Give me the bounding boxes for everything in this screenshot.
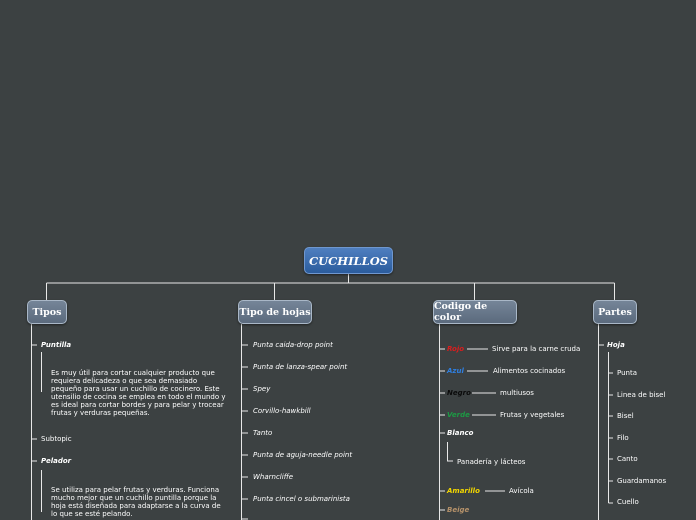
pelador-description: Se utiliza para pelar frutas y verduras.… xyxy=(51,486,221,518)
blade-type-item[interactable]: Punta de aguja-needle point xyxy=(253,451,352,459)
knife-part-item[interactable]: Guardamanos xyxy=(617,477,666,485)
puntilla-description: Es muy útil para cortar cualquier produc… xyxy=(51,369,226,417)
topic-hoja[interactable]: Hoja xyxy=(607,341,625,349)
color-beige[interactable]: Beige xyxy=(447,506,469,514)
category-tipos[interactable]: Tipos xyxy=(27,300,67,324)
color-amarillo[interactable]: Amarillo xyxy=(447,487,480,495)
color-negro-desc: multiusos xyxy=(500,389,534,397)
category-partes-label: Partes xyxy=(598,306,632,318)
knife-part-item[interactable]: Cuello xyxy=(617,498,639,506)
topic-puntilla[interactable]: Puntilla xyxy=(41,341,71,349)
topic-pelador[interactable]: Pelador xyxy=(41,457,71,465)
color-verde-desc: Frutas y vegetales xyxy=(500,411,565,419)
blade-type-item[interactable]: Wharncliffe xyxy=(253,473,293,481)
color-blanco-desc: Panadería y lácteos xyxy=(457,458,526,466)
color-rojo-desc: Sirve para la carne cruda xyxy=(492,345,581,353)
color-rojo[interactable]: Rojo xyxy=(447,345,464,353)
blade-type-item[interactable]: Corvillo-hawkbill xyxy=(253,407,311,415)
color-blanco[interactable]: Blanco xyxy=(447,429,473,437)
knife-part-item[interactable]: Canto xyxy=(617,455,638,463)
category-tipo-de-hojas-label: Tipo de hojas xyxy=(239,306,311,318)
knife-part-item[interactable]: Punta xyxy=(617,369,637,377)
knife-part-item[interactable]: Bisel xyxy=(617,412,634,420)
blade-type-item[interactable]: Punta cincel o submarinista xyxy=(253,495,350,503)
color-amarillo-desc: Avícola xyxy=(509,487,534,495)
category-tipo-de-hojas[interactable]: Tipo de hojas xyxy=(238,300,312,324)
blade-type-item[interactable]: Punta caida-drop point xyxy=(253,341,333,349)
color-azul-desc: Alimentos cocinados xyxy=(493,367,566,375)
category-codigo-de-color-label: Codigo de color xyxy=(434,301,488,323)
knife-part-item[interactable]: Filo xyxy=(617,434,629,442)
color-verde[interactable]: Verde xyxy=(447,411,470,419)
blade-type-item[interactable]: Punta de lanza-spear point xyxy=(253,363,347,371)
knife-part-item[interactable]: Linea de bisel xyxy=(617,391,665,399)
color-azul[interactable]: Azul xyxy=(447,367,464,375)
topic-subtopic[interactable]: Subtopic xyxy=(41,435,72,443)
root-node[interactable]: CUCHILLOS xyxy=(304,247,393,274)
category-tipos-label: Tipos xyxy=(32,306,62,318)
category-codigo-de-color[interactable]: Codigo de color xyxy=(433,300,517,324)
blade-type-item[interactable]: Spey xyxy=(253,385,270,393)
color-negro[interactable]: Negro xyxy=(447,389,471,397)
category-partes[interactable]: Partes xyxy=(593,300,637,324)
root-title: CUCHILLOS xyxy=(308,253,389,268)
blade-type-item[interactable]: Tanto xyxy=(253,429,272,437)
